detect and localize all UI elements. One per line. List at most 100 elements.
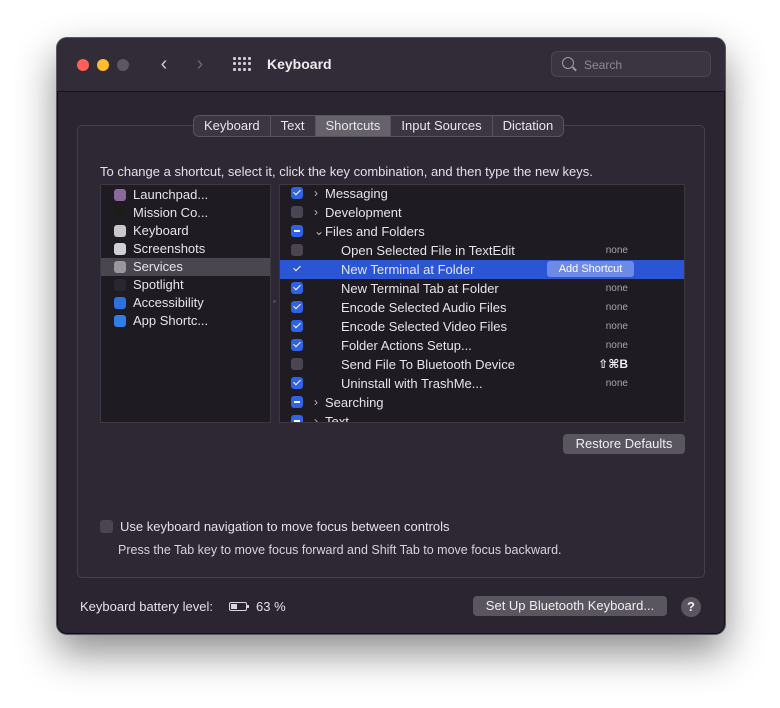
shortcut-key[interactable]: none	[606, 279, 628, 298]
show-all-grid-icon[interactable]	[233, 57, 251, 71]
shortcut-label: Encode Selected Audio Files	[341, 300, 507, 315]
battery-icon	[229, 602, 249, 611]
shortcut-label: New Terminal at Folder	[341, 262, 475, 277]
add-shortcut-button[interactable]: Add Shortcut	[547, 261, 634, 277]
tab-bar: Keyboard Text Shortcuts Input Sources Dictat…	[193, 115, 565, 137]
category-item[interactable]: Launchpad...	[101, 186, 270, 204]
shortcut-key[interactable]: none	[606, 336, 628, 355]
launchpad-icon	[114, 189, 126, 201]
help-button[interactable]: ?	[681, 597, 701, 617]
disclosure-chevron-right-icon[interactable]: ›	[314, 203, 318, 222]
shortcut-checkbox[interactable]	[291, 206, 303, 218]
disclosure-chevron-right-icon[interactable]: ›	[314, 393, 318, 412]
category-item[interactable]: Keyboard	[101, 222, 270, 240]
shortcut-label: Uninstall with TrashMe...	[341, 376, 483, 391]
shortcut-label: Encode Selected Video Files	[341, 319, 507, 334]
tab-dictation[interactable]: Dictation	[493, 116, 564, 136]
minimize-window-button[interactable]	[97, 59, 109, 71]
back-button[interactable]: ‹	[153, 53, 175, 75]
category-label: Keyboard	[133, 223, 189, 238]
keyboard-preferences-window: ‹ › Keyboard KeyboardTextShortcutsInput …	[56, 37, 726, 635]
category-item[interactable]: Screenshots	[101, 240, 270, 258]
shortcut-checkbox[interactable]	[291, 244, 303, 256]
keyboard-navigation-description: Press the Tab key to move focus forward …	[118, 543, 562, 557]
tab-shortcuts[interactable]: Shortcuts	[315, 116, 392, 136]
category-item[interactable]: Spotlight	[101, 276, 270, 294]
category-label: Accessibility	[133, 295, 204, 310]
gear-icon	[114, 261, 126, 273]
zoom-window-button[interactable]	[117, 59, 129, 71]
shortcut-key[interactable]: none	[606, 241, 628, 260]
shortcut-row[interactable]: Encode Selected Video Files none	[280, 317, 684, 336]
shortcut-label: Text	[325, 414, 349, 423]
shortcut-label: Searching	[325, 395, 384, 410]
shortcut-checkbox[interactable]	[291, 301, 303, 313]
shortcut-key[interactable]: none	[606, 298, 628, 317]
shortcut-checkbox[interactable]	[291, 225, 303, 237]
shortcut-key[interactable]: none	[606, 317, 628, 336]
battery-level-label: Keyboard battery level:	[80, 599, 213, 614]
window-title: Keyboard	[267, 56, 332, 72]
shortcut-label: Open Selected File in TextEdit	[341, 243, 515, 258]
mission-control-icon	[114, 207, 126, 219]
category-item[interactable]: Accessibility	[101, 294, 270, 312]
shortcut-group-row[interactable]: › Searching	[280, 393, 684, 412]
category-list[interactable]: Launchpad... Mission Co... Keyboard Screens…	[100, 184, 271, 423]
shortcut-row[interactable]: Folder Actions Setup... none	[280, 336, 684, 355]
shortcut-key[interactable]: none	[606, 374, 628, 393]
title-bar: ‹ › Keyboard	[57, 38, 725, 92]
disclosure-chevron-down-icon[interactable]: ⌄	[314, 222, 324, 241]
disclosure-chevron-right-icon[interactable]: ›	[314, 185, 318, 203]
search-field[interactable]	[551, 51, 711, 77]
shortcut-list[interactable]: › Messaging › Development ⌄ Files and Folders…	[279, 184, 685, 423]
tab-input-sources[interactable]: Input Sources	[391, 116, 493, 136]
tab-text[interactable]: Text	[271, 116, 316, 136]
shortcut-checkbox[interactable]	[291, 415, 303, 422]
category-label: Launchpad...	[133, 187, 209, 202]
category-label: Spotlight	[133, 277, 184, 292]
shortcut-row[interactable]: Uninstall with TrashMe... none	[280, 374, 684, 393]
category-label: App Shortc...	[133, 313, 209, 328]
shortcut-label: Development	[325, 205, 402, 220]
shortcut-checkbox[interactable]	[291, 339, 303, 351]
setup-bluetooth-keyboard-button[interactable]: Set Up Bluetooth Keyboard...	[473, 596, 667, 616]
category-item[interactable]: Services	[101, 258, 270, 276]
search-icon	[562, 57, 574, 69]
screenshots-icon	[114, 243, 126, 255]
shortcut-row[interactable]: Send File To Bluetooth Device ⇧⌘B	[280, 355, 684, 374]
shortcut-label: Folder Actions Setup...	[341, 338, 472, 353]
shortcut-checkbox[interactable]	[291, 187, 303, 199]
shortcut-checkbox[interactable]	[291, 320, 303, 332]
restore-defaults-button[interactable]: Restore Defaults	[563, 434, 685, 454]
shortcut-row[interactable]: Open Selected File in TextEdit none	[280, 241, 684, 260]
shortcut-label: Files and Folders	[325, 224, 425, 239]
tab-keyboard[interactable]: Keyboard	[194, 116, 271, 136]
shortcut-row[interactable]: Encode Selected Audio Files none	[280, 298, 684, 317]
close-window-button[interactable]	[77, 59, 89, 71]
shortcut-key[interactable]: ⇧⌘B	[598, 355, 628, 374]
keyboard-navigation-checkbox[interactable]	[100, 520, 113, 533]
shortcut-checkbox[interactable]	[291, 358, 303, 370]
shortcut-group-row[interactable]: › Development	[280, 203, 684, 222]
category-item[interactable]: Mission Co...	[101, 204, 270, 222]
disclosure-chevron-right-icon[interactable]: ›	[314, 412, 318, 422]
forward-button[interactable]: ›	[189, 53, 211, 75]
splitter-handle[interactable]	[273, 300, 276, 303]
shortcut-checkbox[interactable]	[291, 377, 303, 389]
category-label: Screenshots	[133, 241, 206, 256]
shortcut-group-row[interactable]: ⌄ Files and Folders	[280, 222, 684, 241]
shortcut-checkbox[interactable]	[291, 396, 303, 408]
category-item[interactable]: App Shortc...	[101, 312, 270, 330]
shortcut-row[interactable]: New Terminal Tab at Folder none	[280, 279, 684, 298]
shortcut-checkbox[interactable]	[291, 282, 303, 294]
shortcut-checkbox[interactable]	[291, 263, 303, 275]
shortcut-row[interactable]: New Terminal at Folder Add Shortcut	[280, 260, 684, 279]
search-input[interactable]	[582, 56, 706, 74]
app-store-icon	[114, 315, 126, 327]
shortcut-label: Messaging	[325, 186, 388, 201]
shortcut-label: New Terminal Tab at Folder	[341, 281, 499, 296]
shortcut-group-row[interactable]: › Messaging	[280, 185, 684, 203]
accessibility-icon	[114, 297, 126, 309]
shortcut-group-row[interactable]: › Text	[280, 412, 684, 423]
battery-level-value: 63 %	[256, 599, 286, 614]
